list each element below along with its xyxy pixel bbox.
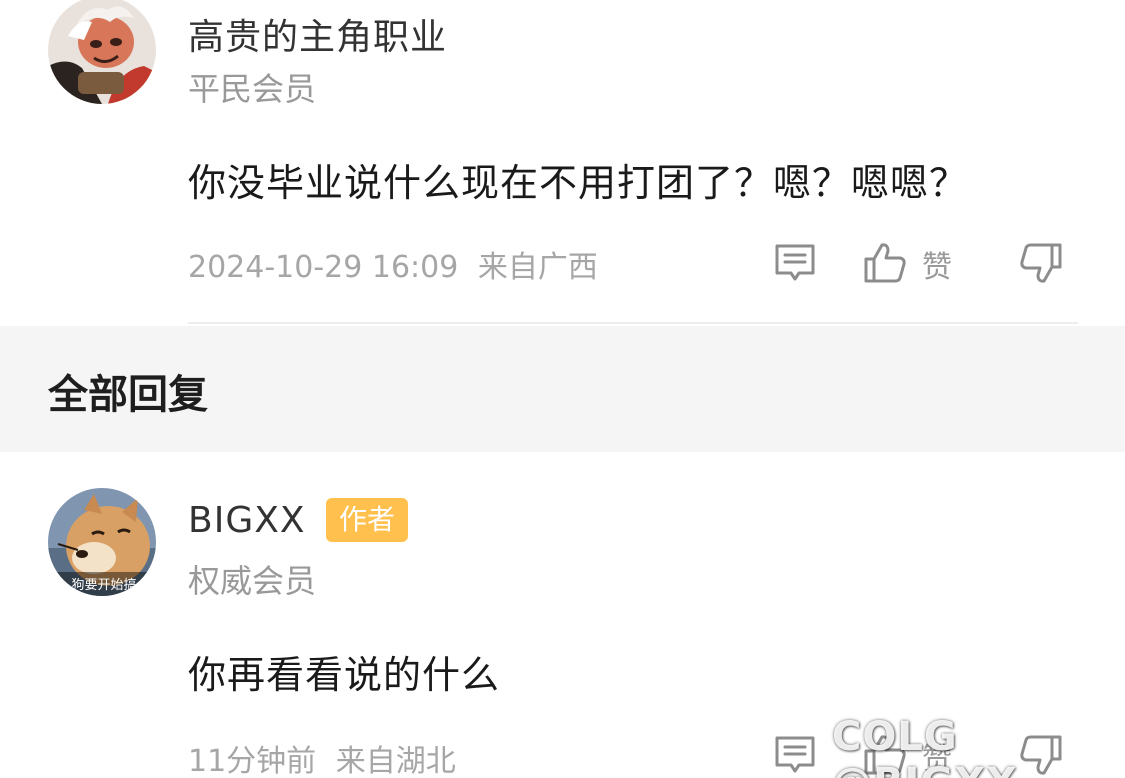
reply-meta: 11分钟前 来自湖北 <box>188 736 456 778</box>
thumbs-down-icon[interactable] <box>1018 240 1064 286</box>
like-label[interactable]: 赞 <box>922 242 952 286</box>
member-level: 权威会员 <box>188 562 317 600</box>
time-ago: 11分钟前 <box>188 744 317 778</box>
section-title: 全部回复 <box>48 372 208 418</box>
comment-text: 你没毕业说什么现在不用打团了？嗯？嗯嗯？ <box>188 161 969 205</box>
top-comment: 高贵的主角职业 平民会员 你没毕业说什么现在不用打团了？嗯？嗯嗯？ 2024-1… <box>0 0 1125 326</box>
thumbs-up-icon[interactable] <box>862 240 908 286</box>
avatar-image: 狗要开始搞 <box>48 488 156 596</box>
username[interactable]: 高贵的主角职业 <box>188 8 447 60</box>
location: 来自广西 <box>477 250 598 285</box>
reply-detail-page: 高贵的主角职业 平民会员 你没毕业说什么现在不用打团了？嗯？嗯嗯？ 2024-1… <box>0 0 1125 778</box>
avatar-caption: 狗要开始搞 <box>71 577 136 593</box>
author-badge: 作者 <box>326 498 408 542</box>
timestamp: 2024-10-29 16:09 <box>188 250 459 285</box>
location: 来自湖北 <box>335 744 456 778</box>
avatar[interactable]: 狗要开始搞 <box>48 488 156 596</box>
reply-text: 你再看看说的什么 <box>188 653 501 697</box>
comment-icon[interactable] <box>772 240 818 286</box>
comment-icon[interactable] <box>772 732 818 778</box>
comment-meta: 2024-10-29 16:09 来自广西 <box>188 242 598 286</box>
watermark: COLG @BIGXX <box>832 714 1017 778</box>
username[interactable]: BIGXX <box>188 500 306 541</box>
member-level: 平民会员 <box>188 70 317 108</box>
avatar[interactable] <box>48 0 156 104</box>
avatar-image <box>48 0 156 104</box>
divider <box>188 322 1078 324</box>
